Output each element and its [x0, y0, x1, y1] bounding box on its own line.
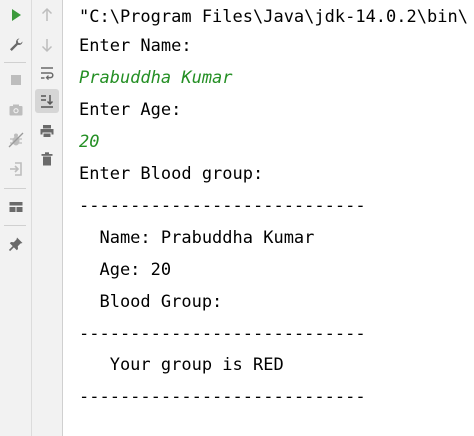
- scroll-to-end-icon[interactable]: [35, 89, 59, 113]
- up-arrow-icon[interactable]: [35, 3, 59, 27]
- debug-disabled-icon[interactable]: [4, 128, 28, 152]
- stop-icon[interactable]: [4, 68, 28, 92]
- console-toolbar: [32, 0, 63, 436]
- console-line-name-output: Name: Prabuddha Kumar: [79, 228, 315, 248]
- camera-icon[interactable]: [4, 98, 28, 122]
- console-line-blood-group-output: Blood Group:: [79, 292, 223, 312]
- soft-wrap-icon[interactable]: [35, 61, 59, 85]
- console-line-prompt-age: Enter Age:: [79, 100, 182, 120]
- console-line-divider: ----------------------------: [79, 196, 366, 216]
- exit-icon[interactable]: [4, 157, 28, 181]
- console-line-divider: ----------------------------: [79, 387, 366, 407]
- wrench-icon[interactable]: [4, 33, 28, 57]
- console-line-command: "C:\Program Files\Java\jdk-14.0.2\bin\: [79, 7, 468, 27]
- run-icon[interactable]: [4, 3, 28, 27]
- console-line-age-output: Age: 20: [79, 260, 172, 280]
- console-line-prompt-blood-group: Enter Blood group:: [79, 164, 264, 184]
- console-line-prompt-name: Enter Name:: [79, 36, 192, 56]
- console-line-divider: ----------------------------: [79, 324, 366, 344]
- console-line-input-age: 20: [79, 132, 100, 152]
- layout-icon[interactable]: [4, 195, 28, 219]
- console-line-input-name: Prabuddha Kumar: [79, 68, 233, 88]
- console-output[interactable]: "C:\Program Files\Java\jdk-14.0.2\bin\ E…: [79, 0, 474, 436]
- trash-icon[interactable]: [35, 147, 59, 171]
- pin-icon[interactable]: [4, 232, 28, 256]
- console-line-result: Your group is RED: [79, 355, 284, 375]
- run-toolbar: [0, 0, 32, 436]
- down-arrow-icon[interactable]: [35, 33, 59, 57]
- print-icon[interactable]: [35, 119, 59, 143]
